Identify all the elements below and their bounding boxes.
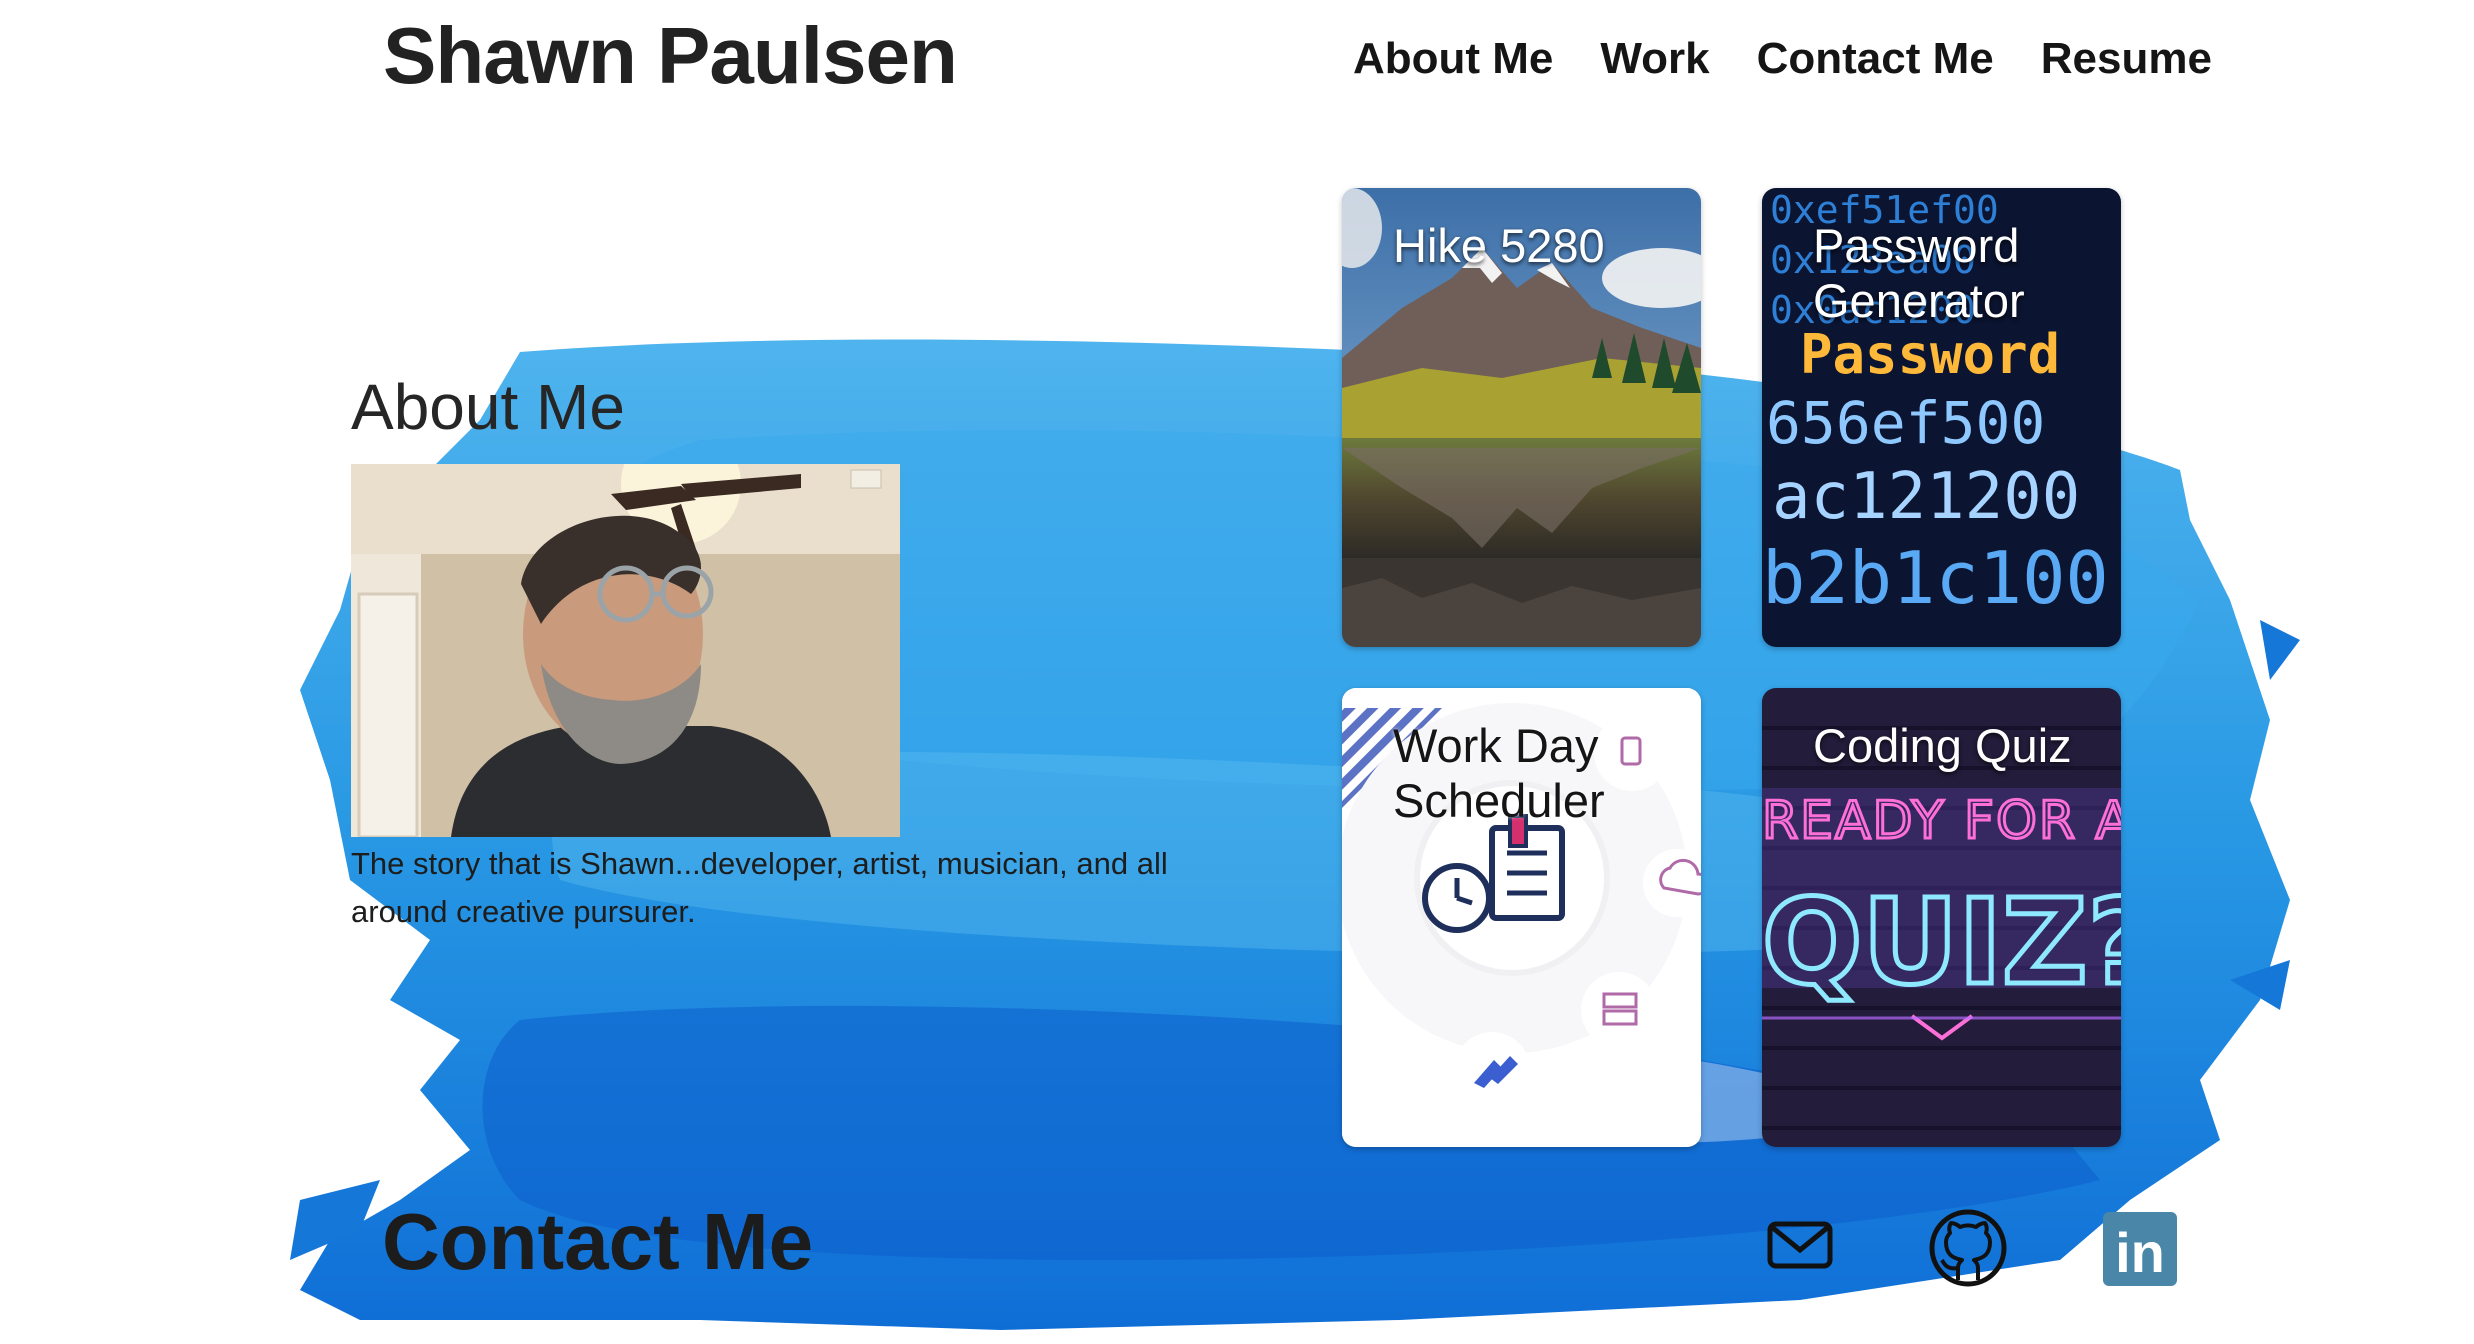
about-heading: About Me <box>351 371 625 443</box>
svg-text:656ef500: 656ef500 <box>1766 389 2045 457</box>
project-title-password-generator: Password Generator <box>1813 219 2025 327</box>
project-title-coding-quiz: Coding Quiz <box>1813 719 2072 772</box>
svg-text:Password: Password <box>1800 323 2060 386</box>
svg-text:ac121200: ac121200 <box>1772 460 2080 534</box>
nav-about-me[interactable]: About Me <box>1353 34 1553 84</box>
mail-icon[interactable] <box>1764 1208 1836 1280</box>
profile-photo <box>351 464 900 837</box>
github-icon[interactable] <box>1928 1208 2008 1288</box>
project-card-coding-quiz[interactable]: READY FOR A QUIZ? Coding Quiz <box>1762 688 2121 1147</box>
main-nav: About Me Work Contact Me Resume <box>1353 34 2212 84</box>
about-description: The story that is Shawn...developer, art… <box>351 846 1168 929</box>
nav-contact-me[interactable]: Contact Me <box>1757 34 1994 84</box>
linkedin-icon[interactable]: in <box>2103 1212 2177 1286</box>
svg-text:QUIZ?: QUIZ? <box>1762 873 2121 1011</box>
svg-text:READY FOR A: READY FOR A <box>1762 791 2121 851</box>
nav-resume[interactable]: Resume <box>2041 34 2212 84</box>
contact-heading: Contact Me <box>382 1197 814 1286</box>
site-title[interactable]: Shawn Paulsen <box>383 10 958 102</box>
project-card-password-generator[interactable]: 0xef51ef00 0x123ea00 0x0ac1200 Password … <box>1762 188 2121 647</box>
project-title-hike-5280: Hike 5280 <box>1393 219 1605 272</box>
project-title-work-day-scheduler: Work Day Scheduler <box>1393 719 1605 827</box>
project-card-work-day-scheduler[interactable]: Work Day Scheduler <box>1342 688 1701 1147</box>
svg-text:in: in <box>2115 1221 2165 1284</box>
svg-text:b2b1c100: b2b1c100 <box>1762 536 2109 620</box>
nav-work[interactable]: Work <box>1600 34 1709 84</box>
project-card-hike-5280[interactable]: Hike 5280 <box>1342 188 1701 647</box>
